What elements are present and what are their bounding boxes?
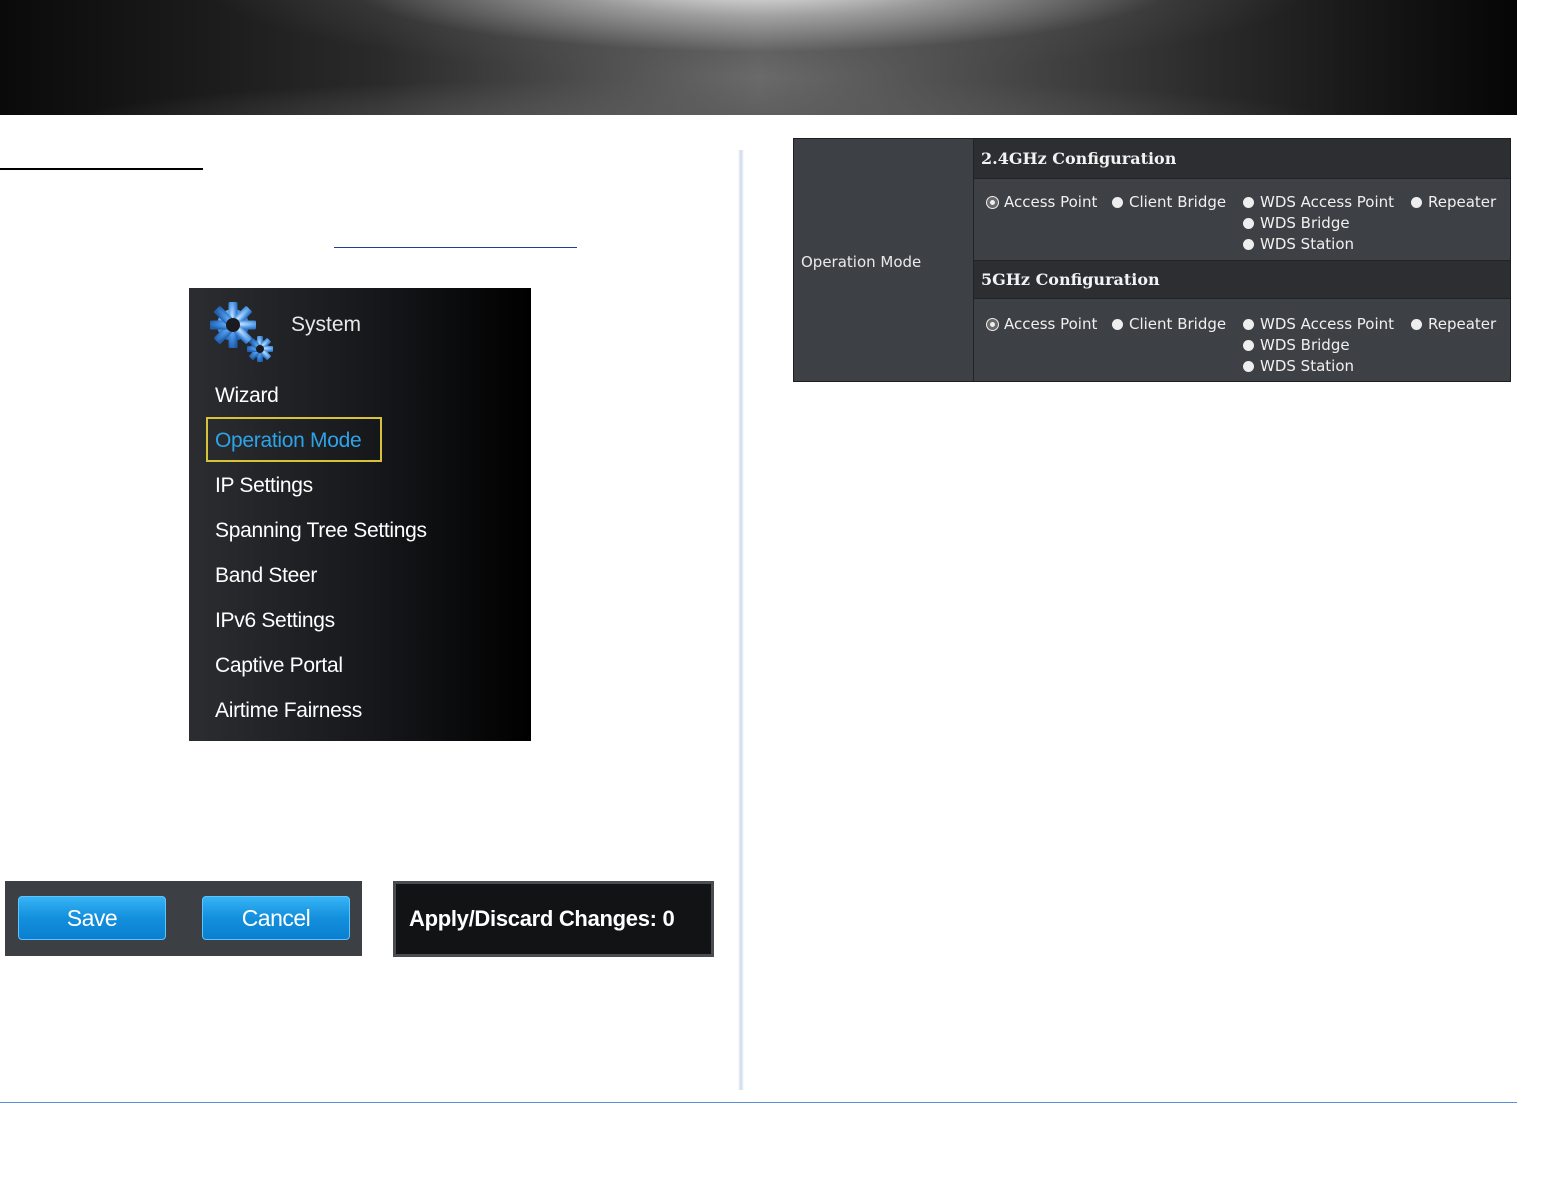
config-5ghz-heading: 5GHz Configuration <box>974 261 1510 299</box>
cancel-button[interactable]: Cancel <box>202 896 350 940</box>
system-menu-title: System <box>291 313 362 336</box>
header-banner <box>0 0 1517 115</box>
radio-icon <box>1243 318 1254 330</box>
radio-icon <box>1112 318 1123 330</box>
radio-24ghz-wds-bridge[interactable]: WDS Bridge <box>1243 214 1350 232</box>
menu-item-ip-settings[interactable]: IP Settings <box>215 474 313 498</box>
radio-icon <box>1411 196 1422 208</box>
menu-item-operation-mode[interactable]: Operation Mode <box>215 429 362 453</box>
config-5ghz-options: Access Point Client Bridge WDS Access Po… <box>974 299 1510 381</box>
radio-icon <box>1112 196 1123 208</box>
radio-icon <box>1243 238 1254 250</box>
radio-5ghz-wds-bridge[interactable]: WDS Bridge <box>1243 336 1350 354</box>
radio-24ghz-access-point[interactable]: Access Point <box>987 193 1097 211</box>
radio-checked-icon <box>987 196 998 208</box>
config-24ghz-heading: 2.4GHz Configuration <box>974 139 1510 179</box>
radio-checked-icon <box>987 318 998 330</box>
radio-5ghz-repeater[interactable]: Repeater <box>1411 315 1496 333</box>
radio-24ghz-repeater[interactable]: Repeater <box>1411 193 1496 211</box>
radio-icon <box>1243 217 1254 229</box>
link-underline <box>334 247 577 248</box>
column-divider <box>738 150 744 1090</box>
menu-item-spanning-tree-settings[interactable]: Spanning Tree Settings <box>215 519 427 543</box>
system-menu: System Wizard Operation Mode IP Settings… <box>189 288 531 741</box>
radio-5ghz-wds-station[interactable]: WDS Station <box>1243 357 1354 375</box>
radio-5ghz-access-point[interactable]: Access Point <box>987 315 1097 333</box>
footer-rule <box>0 1102 1517 1103</box>
radio-24ghz-wds-access-point[interactable]: WDS Access Point <box>1243 193 1394 211</box>
menu-item-airtime-fairness[interactable]: Airtime Fairness <box>215 699 362 723</box>
radio-24ghz-client-bridge[interactable]: Client Bridge <box>1112 193 1226 211</box>
menu-item-band-steer[interactable]: Band Steer <box>215 564 317 588</box>
operation-mode-panel: Operation Mode 2.4GHz Configuration Acce… <box>793 138 1511 382</box>
radio-24ghz-wds-station[interactable]: WDS Station <box>1243 235 1354 253</box>
config-24ghz-options: Access Point Client Bridge WDS Access Po… <box>974 179 1510 261</box>
save-button[interactable]: Save <box>18 896 166 940</box>
radio-icon <box>1411 318 1422 330</box>
section-heading-underline <box>0 168 203 170</box>
radio-icon <box>1243 339 1254 351</box>
menu-item-ipv6-settings[interactable]: IPv6 Settings <box>215 609 335 633</box>
gear-icon <box>210 302 273 362</box>
menu-item-wizard[interactable]: Wizard <box>215 384 279 408</box>
save-cancel-bar: Save Cancel <box>5 881 362 956</box>
radio-5ghz-client-bridge[interactable]: Client Bridge <box>1112 315 1226 333</box>
operation-mode-label: Operation Mode <box>801 253 922 271</box>
operation-mode-label-cell: Operation Mode <box>794 139 974 381</box>
apply-discard-changes-button[interactable]: Apply/Discard Changes: 0 <box>393 881 714 957</box>
radio-icon <box>1243 360 1254 372</box>
radio-5ghz-wds-access-point[interactable]: WDS Access Point <box>1243 315 1394 333</box>
menu-item-captive-portal[interactable]: Captive Portal <box>215 654 343 678</box>
radio-icon <box>1243 196 1254 208</box>
